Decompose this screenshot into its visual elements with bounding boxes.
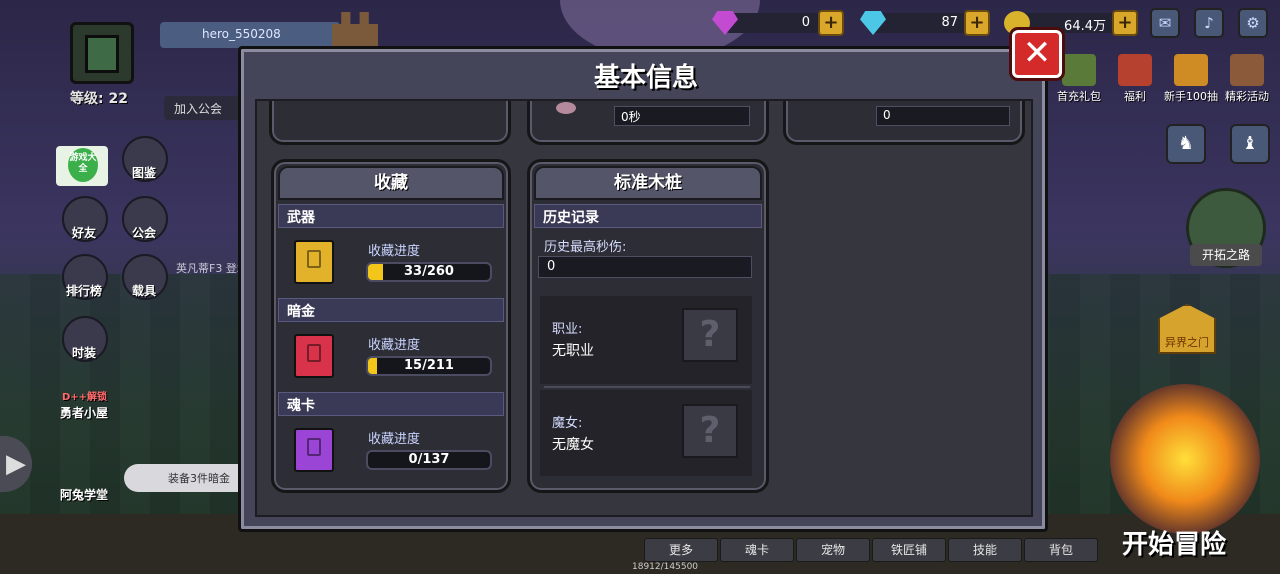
add-gem-button[interactable]: +: [818, 10, 844, 36]
explore-road-label[interactable]: 开拓之路: [1190, 244, 1262, 266]
game-center-badge[interactable]: 游戏大全: [56, 146, 108, 186]
game-center-icon: 游戏大全: [68, 148, 98, 182]
collection-panel: 收藏 武器 收藏进度 33/260 暗金 收藏进度 15/211 魂卡 收藏进度…: [271, 159, 511, 493]
start-adventure-button[interactable]: 开始冒险: [1122, 524, 1226, 561]
gem-value: 0: [726, 13, 818, 33]
tab-more[interactable]: 更多: [644, 538, 718, 562]
mail-icon[interactable]: ✉: [1150, 8, 1180, 38]
soul-card-book-mark: [307, 438, 321, 456]
top-right-value: 0: [876, 106, 1010, 126]
newbie-draw-label: 新手100抽: [1164, 90, 1218, 103]
close-modal-button[interactable]: ✕: [1012, 30, 1062, 78]
tab-blacksmith[interactable]: 铁匠铺: [872, 538, 946, 562]
welfare-icon: [1118, 54, 1152, 86]
soul-card-progress-text: 0/137: [408, 452, 450, 467]
add-gold-button[interactable]: +: [1112, 10, 1138, 36]
house-label: 勇者小屋: [60, 406, 109, 420]
modal-scroll-body[interactable]: 0秒 0 收藏 武器 收藏进度 33/260 暗金 收藏进度 15/211 魂卡: [255, 99, 1033, 517]
soul-card-progress-bar: 0/137: [366, 450, 492, 470]
soul-card-book-icon: [294, 428, 334, 472]
quest-banner[interactable]: 装备3件暗金: [124, 464, 254, 492]
newbie-draw-item[interactable]: 新手100抽: [1164, 54, 1218, 104]
top-panel-middle: 0秒: [527, 101, 769, 145]
tab-soul-cards[interactable]: 魂卡: [720, 538, 794, 562]
guild-label: 公会: [132, 226, 157, 240]
castle-icon[interactable]: [332, 12, 378, 48]
weapon-book-icon: [294, 240, 334, 284]
friends-label: 好友: [72, 226, 97, 240]
witch-value: 无魔女: [552, 437, 594, 453]
codex-label: 图鉴: [132, 166, 157, 180]
job-card: 职业: 无职业 ?: [540, 296, 752, 384]
job-divider: [544, 386, 750, 388]
soul-card-section-title: 魂卡: [278, 392, 504, 416]
collection-title: 收藏: [278, 166, 504, 200]
dark-gold-book-mark: [307, 344, 321, 362]
dark-gold-section-title: 暗金: [278, 298, 504, 322]
leaderboard-label: 排行榜: [66, 284, 103, 298]
dark-gold-progress-text: 15/211: [404, 358, 454, 373]
resource-diamond: 87 +: [860, 10, 992, 36]
school-label: 阿兔学堂: [60, 488, 109, 502]
events-item[interactable]: 精彩活动: [1222, 54, 1272, 104]
welfare-item[interactable]: 福利: [1110, 54, 1160, 104]
adventure-portal[interactable]: [1110, 384, 1260, 534]
add-diamond-button[interactable]: +: [964, 10, 990, 36]
witch-card: 魔女: 无魔女 ?: [540, 390, 752, 476]
welfare-label: 福利: [1124, 90, 1146, 103]
dark-gold-progress-bar: 15/211: [366, 356, 492, 376]
speaker-icon[interactable]: ♪: [1194, 8, 1224, 38]
weapon-progress-label: 收藏进度: [368, 244, 421, 259]
first-recharge-label: 首充礼包: [1057, 90, 1101, 103]
diamond-value: 87: [874, 13, 966, 33]
job-label: 职业:: [552, 322, 583, 337]
costume-label: 时装: [72, 346, 97, 360]
witch-label: 魔女:: [552, 416, 583, 431]
top-middle-value: 0秒: [614, 106, 750, 126]
dark-gold-progress-label: 收藏进度: [368, 338, 421, 353]
tab-backpack[interactable]: 背包: [1024, 538, 1098, 562]
unknown-job-icon[interactable]: ?: [682, 308, 738, 362]
top-panel-left: [269, 101, 511, 145]
resource-gem: 0 +: [712, 10, 846, 36]
unknown-witch-icon[interactable]: ?: [682, 404, 738, 458]
max-dps-label: 历史最高秒伤:: [544, 240, 627, 255]
events-icon: [1230, 54, 1264, 86]
companion-icon[interactable]: ♞: [1166, 124, 1206, 164]
history-section-title: 历史记录: [534, 204, 762, 228]
avatar-face-icon: [85, 35, 119, 73]
gift-icon: [1062, 54, 1096, 86]
dark-gold-book-icon: [294, 334, 334, 378]
gear-icon[interactable]: ⚙: [1238, 8, 1268, 38]
exp-progress-text: 18912/145500: [632, 562, 699, 572]
top-panel-right: 0: [783, 101, 1025, 145]
modal-title: 基本信息: [593, 63, 698, 93]
events-label: 精彩活动: [1225, 90, 1269, 103]
training-dummy-title: 标准木桩: [534, 166, 762, 200]
soul-card-progress-label: 收藏进度: [368, 432, 421, 447]
pet-icon[interactable]: ♝: [1230, 124, 1270, 164]
training-dummy-panel: 标准木桩 历史记录 历史最高秒伤: 0 职业: 无职业 ? 魔女: 无魔女 ?: [527, 159, 769, 493]
weapon-progress-text: 33/260: [404, 264, 454, 279]
weapon-section-title: 武器: [278, 204, 504, 228]
player-avatar[interactable]: [70, 22, 134, 84]
draw-100-icon: [1174, 54, 1208, 86]
vehicle-label: 载具: [132, 284, 157, 298]
tab-pets[interactable]: 宠物: [796, 538, 870, 562]
weapon-book-mark: [307, 250, 321, 268]
player-name: hero_550208: [160, 22, 340, 48]
tab-skills[interactable]: 技能: [948, 538, 1022, 562]
basic-info-modal: 基本信息 0秒 0 收藏 武器 收藏进度 33/260 暗金 收藏进度 15/2…: [238, 46, 1048, 532]
top-panel-middle-icon: [556, 102, 576, 114]
weapon-progress-bar: 33/260: [366, 262, 492, 282]
player-level: 等级: 22: [70, 91, 128, 107]
join-guild-button[interactable]: 加入公会: [164, 96, 240, 120]
max-dps-value: 0: [538, 256, 752, 278]
job-value: 无职业: [552, 343, 594, 359]
